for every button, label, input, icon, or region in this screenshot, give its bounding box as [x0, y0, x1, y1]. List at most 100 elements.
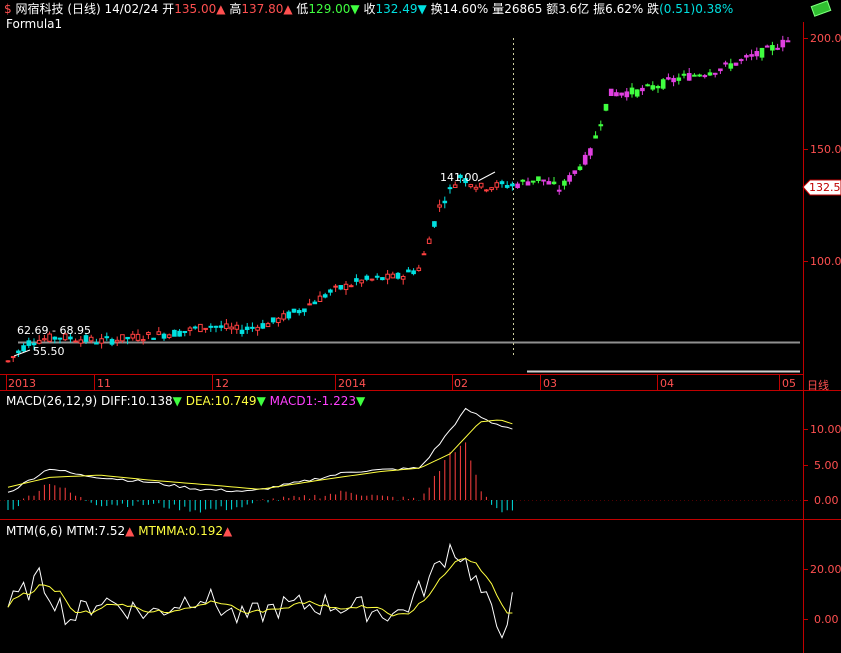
candle-body	[640, 87, 645, 92]
macd-value: MACD1:-1.223	[269, 394, 356, 408]
candle-body	[88, 336, 94, 342]
time-label-12: 12	[215, 377, 229, 390]
candle-body	[572, 170, 578, 174]
y-tick-200: 200.0	[810, 32, 841, 45]
candle-body	[593, 135, 598, 139]
candle-body	[140, 339, 146, 342]
candle-body	[785, 40, 791, 43]
candle-body	[73, 340, 78, 343]
candle-body	[359, 279, 364, 284]
candle-body	[234, 324, 240, 330]
candle-body	[130, 333, 136, 339]
candle-body	[229, 326, 234, 330]
candle-body	[411, 270, 416, 275]
candle-body	[536, 176, 541, 181]
candle-body	[78, 339, 84, 344]
candle-body	[369, 278, 375, 281]
candle-body	[489, 187, 494, 191]
candle-body	[712, 72, 718, 75]
candle-body	[26, 340, 32, 346]
candle-body	[770, 45, 775, 51]
candle-body	[151, 337, 156, 340]
time-label-05: 05	[782, 377, 796, 390]
candle-body	[203, 327, 208, 330]
high-annotation-line	[477, 171, 496, 182]
mtm-title[interactable]: MTM(6,6)	[6, 524, 62, 538]
dea-line	[7, 419, 513, 490]
candle-body	[655, 85, 661, 89]
candle-body	[660, 79, 666, 89]
candle-body	[224, 323, 229, 329]
mtm-y-tick-20: 20.00	[810, 563, 841, 576]
candle-body	[390, 273, 396, 279]
candle-body	[697, 74, 702, 77]
candle-body	[406, 269, 411, 273]
candle-body	[754, 51, 760, 57]
kline-chart[interactable]	[0, 0, 841, 653]
candle-body	[94, 342, 99, 345]
candle-body	[551, 181, 557, 185]
candle-body	[333, 285, 338, 288]
candle-body	[338, 285, 344, 290]
candle-body	[510, 183, 515, 187]
candle-body	[562, 180, 567, 186]
candle-body	[541, 179, 546, 182]
candle-body	[177, 330, 182, 337]
mtmma-line	[7, 557, 513, 617]
candle-body	[780, 39, 786, 48]
candle-body	[525, 181, 531, 186]
candle-body	[239, 329, 245, 334]
candle-body	[120, 334, 125, 342]
mtm-y-tick-0: 0.00	[814, 613, 839, 626]
candle-body	[36, 339, 42, 344]
candle-body	[244, 326, 250, 330]
candle-body	[426, 238, 432, 244]
candle-body	[109, 338, 115, 345]
macd-y-tick-5: 5.00	[814, 459, 839, 472]
time-label-02: 02	[454, 377, 468, 390]
candle-body	[172, 329, 177, 337]
candle-body	[57, 337, 63, 340]
candle-body	[718, 68, 723, 72]
candle-body	[317, 295, 323, 302]
candle-body	[21, 345, 26, 352]
candle-body	[99, 338, 104, 344]
candle-body	[588, 148, 593, 156]
candle-body	[744, 55, 749, 58]
candle-body	[692, 74, 697, 77]
candle-body	[5, 360, 11, 363]
y-tick-100: 100.0	[810, 255, 841, 268]
candle-body	[468, 184, 474, 188]
candle-body	[484, 189, 489, 192]
candle-body	[749, 54, 754, 57]
candle-body	[296, 310, 302, 314]
time-label-03: 03	[543, 377, 557, 390]
candle-body	[603, 103, 609, 111]
candle-body	[166, 334, 172, 338]
candle-body	[645, 84, 650, 87]
candle-body	[447, 187, 453, 190]
mtm-line	[7, 542, 513, 639]
candle-body	[354, 278, 359, 282]
low-pair-annotation: 62.69 - 68.95	[17, 324, 91, 337]
candle-body	[265, 323, 271, 328]
candle-body	[629, 87, 635, 95]
candle-body	[432, 221, 437, 227]
candle-body	[395, 272, 401, 279]
candle-body	[650, 85, 656, 90]
dea-value: DEA:10.749	[185, 394, 257, 408]
candle-body	[681, 73, 687, 76]
candle-body	[250, 326, 255, 329]
candle-body	[520, 179, 526, 182]
candle-body	[161, 333, 167, 339]
time-label-04: 04	[660, 377, 674, 390]
candle-body	[286, 311, 292, 319]
candle-body	[504, 184, 510, 188]
candle-body	[738, 59, 744, 62]
candle-body	[619, 92, 624, 96]
macd-title[interactable]: MACD(26,12,9)	[6, 394, 97, 408]
candle-body	[421, 253, 427, 256]
candle-body	[598, 124, 604, 127]
candle-body	[10, 356, 16, 359]
candle-body	[530, 180, 536, 183]
